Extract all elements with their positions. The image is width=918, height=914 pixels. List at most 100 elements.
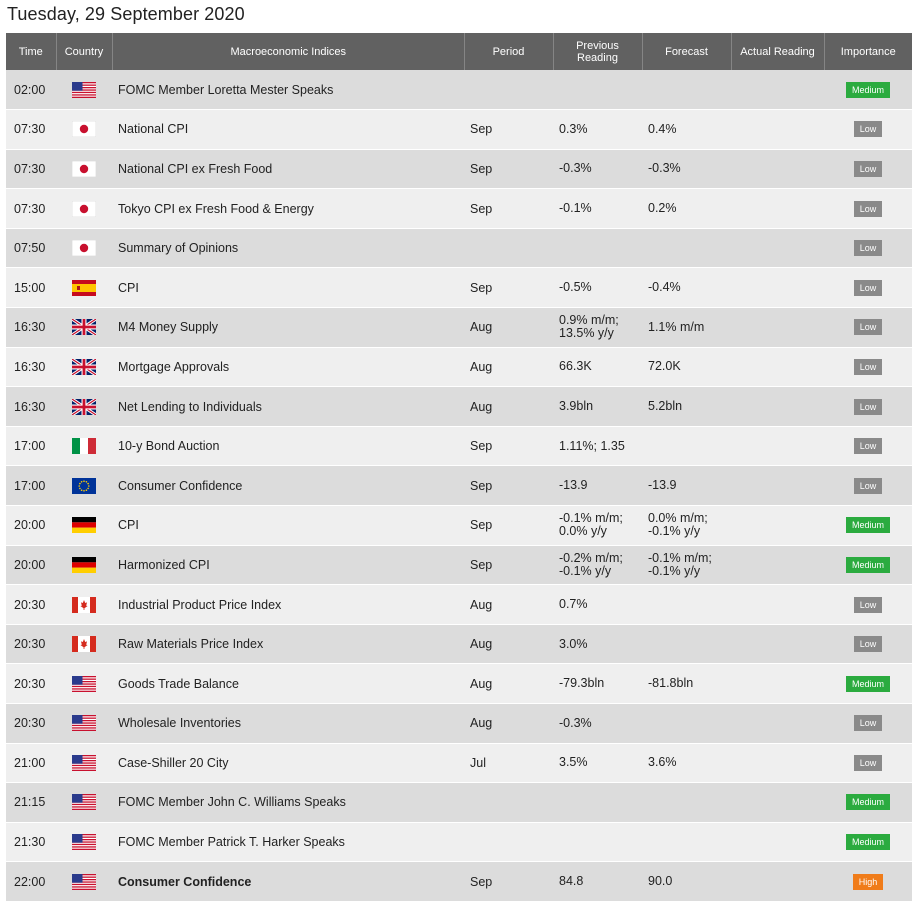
period-cell: Aug bbox=[464, 584, 553, 625]
forecast-value-line2: -0.1% y/y bbox=[648, 524, 701, 539]
table-row[interactable]: 21:30 FOMC Member Patrick T. Harker Speak… bbox=[6, 822, 912, 863]
previous-cell: 0.9% m/m; 13.5% y/y bbox=[553, 307, 642, 348]
previous-value: 3.5% bbox=[559, 755, 588, 770]
importance-cell: Medium bbox=[824, 70, 912, 111]
actual-cell bbox=[731, 307, 824, 348]
importance-cell: Low bbox=[824, 307, 912, 348]
table-row[interactable]: 16:30 M4 Money Supply Aug 0.9% m/m; 13.5% y/… bbox=[6, 307, 912, 348]
time-cell: 02:00 bbox=[6, 70, 56, 111]
forecast-cell: 90.0 bbox=[642, 861, 731, 902]
importance-cell: Low bbox=[824, 584, 912, 625]
table-row[interactable]: 21:00 Case-Shiller 20 City Jul 3.5% 3.6% Low bbox=[6, 743, 912, 784]
table-row[interactable]: 20:00 CPI Sep -0.1% m/m; 0.0% y/y 0.0% m/m; -0… bbox=[6, 505, 912, 546]
importance-cell: Medium bbox=[824, 782, 912, 823]
forecast-cell bbox=[642, 624, 731, 665]
forecast-cell: 72.0K bbox=[642, 347, 731, 388]
actual-cell bbox=[731, 70, 824, 111]
previous-value-line2: -0.1% y/y bbox=[559, 563, 612, 578]
country-cell bbox=[56, 624, 112, 665]
forecast-cell: 5.2bln bbox=[642, 386, 731, 427]
period-cell: Sep bbox=[464, 109, 553, 150]
table-row[interactable]: 07:30 National CPI Sep 0.3% 0.4% Low bbox=[6, 109, 912, 150]
time-cell: 20:30 bbox=[6, 703, 56, 744]
us-flag-icon bbox=[72, 675, 96, 692]
previous-cell: 0.3% bbox=[553, 109, 642, 150]
importance-cell: Low bbox=[824, 109, 912, 150]
actual-cell bbox=[731, 267, 824, 309]
de-flag-icon bbox=[72, 517, 96, 534]
actual-cell bbox=[731, 663, 824, 704]
table-row[interactable]: 20:30 Goods Trade Balance Aug -79.3bln -81.8… bbox=[6, 663, 912, 704]
importance-badge: Low bbox=[853, 715, 883, 732]
table-row[interactable]: 07:30 Tokyo CPI ex Fresh Food & Energy Sep… bbox=[6, 188, 912, 229]
country-cell bbox=[56, 149, 112, 190]
page-title: Tuesday, 29 September 2020 bbox=[7, 4, 245, 24]
importance-cell: Low bbox=[824, 347, 912, 388]
table-row[interactable]: 20:30 Industrial Product Price Index Aug 0.… bbox=[6, 584, 912, 625]
forecast-value: -0.3% bbox=[648, 161, 681, 176]
previous-cell: -13.9 bbox=[553, 465, 642, 507]
table-row[interactable]: 17:00 10-y Bond Auction Sep 1.11%; 1.35 Low bbox=[6, 426, 912, 467]
importance-cell: Low bbox=[824, 465, 912, 507]
event-name: National CPI ex Fresh Food bbox=[112, 149, 464, 190]
table-row[interactable]: 20:00 Harmonized CPI Sep -0.2% m/m; -0.1% y/… bbox=[6, 545, 912, 586]
header-time: Time bbox=[6, 33, 56, 70]
forecast-value: 3.6% bbox=[648, 755, 677, 770]
forecast-cell: 0.0% m/m; -0.1% y/y bbox=[642, 505, 731, 546]
table-row[interactable]: 22:00 Consumer Confidence Sep 84.8 90.0 High bbox=[6, 861, 912, 902]
country-cell bbox=[56, 347, 112, 388]
country-cell bbox=[56, 228, 112, 269]
actual-cell bbox=[731, 109, 824, 150]
actual-cell bbox=[731, 624, 824, 665]
previous-cell: -0.1% bbox=[553, 188, 642, 229]
forecast-value: -0.1% m/m; bbox=[648, 550, 712, 565]
us-flag-icon bbox=[72, 81, 96, 98]
it-flag-icon bbox=[72, 438, 96, 455]
table-row[interactable]: 21:15 FOMC Member John C. Williams Speaks… bbox=[6, 782, 912, 823]
country-cell bbox=[56, 267, 112, 309]
forecast-cell bbox=[642, 822, 731, 863]
period-cell: Sep bbox=[464, 188, 553, 229]
actual-cell bbox=[731, 782, 824, 823]
table-row[interactable]: 16:30 Mortgage Approvals Aug 66.3K 72.0K Low bbox=[6, 347, 912, 388]
previous-cell: 0.7% bbox=[553, 584, 642, 625]
importance-cell: Low bbox=[824, 267, 912, 309]
header-previous-line1: Previous bbox=[576, 39, 619, 52]
country-cell bbox=[56, 505, 112, 546]
previous-value: -0.1% m/m; bbox=[559, 511, 623, 526]
table-row[interactable]: 15:00 CPI Sep -0.5% -0.4% Low bbox=[6, 267, 912, 309]
importance-badge: Low bbox=[853, 477, 883, 494]
forecast-value: -0.4% bbox=[648, 280, 681, 295]
importance-badge: Low bbox=[853, 200, 883, 217]
time-cell: 07:30 bbox=[6, 109, 56, 150]
event-name: Wholesale Inventories bbox=[112, 703, 464, 744]
table-row[interactable]: 02:00 FOMC Member Loretta Mester Speaks Me… bbox=[6, 70, 912, 111]
economic-calendar-table: Time Country Macroeconomic Indices Perio… bbox=[6, 33, 912, 902]
period-cell: Sep bbox=[464, 267, 553, 309]
importance-badge: Low bbox=[853, 279, 883, 296]
forecast-value: -81.8bln bbox=[648, 676, 694, 691]
table-row[interactable]: 07:50 Summary of Opinions Low bbox=[6, 228, 912, 269]
previous-value: -0.5% bbox=[559, 280, 592, 295]
table-row[interactable]: 17:00 Consumer Confidence Sep -13.9 -13.9 Low bbox=[6, 465, 912, 507]
importance-badge: Medium bbox=[845, 834, 890, 851]
time-cell: 17:00 bbox=[6, 465, 56, 507]
forecast-value-line2: -0.1% y/y bbox=[648, 563, 701, 578]
period-cell bbox=[464, 228, 553, 269]
table-row[interactable]: 20:30 Wholesale Inventories Aug -0.3% Low bbox=[6, 703, 912, 744]
importance-badge: Low bbox=[853, 319, 883, 336]
period-cell: Sep bbox=[464, 149, 553, 190]
time-cell: 21:15 bbox=[6, 782, 56, 823]
period-cell: Aug bbox=[464, 347, 553, 388]
event-name: Tokyo CPI ex Fresh Food & Energy bbox=[112, 188, 464, 229]
jp-flag-icon bbox=[72, 160, 96, 177]
country-cell bbox=[56, 109, 112, 150]
table-row[interactable]: 20:30 Raw Materials Price Index Aug 3.0% Low bbox=[6, 624, 912, 665]
table-row[interactable]: 07:30 National CPI ex Fresh Food Sep -0.3% -… bbox=[6, 149, 912, 190]
header-previous: Previous Reading bbox=[552, 33, 642, 70]
importance-badge: Medium bbox=[845, 81, 890, 98]
table-row[interactable]: 16:30 Net Lending to Individuals Aug 3.9bln… bbox=[6, 386, 912, 427]
period-cell: Sep bbox=[464, 545, 553, 586]
forecast-cell: -81.8bln bbox=[642, 663, 731, 704]
forecast-value: 0.4% bbox=[648, 121, 677, 136]
